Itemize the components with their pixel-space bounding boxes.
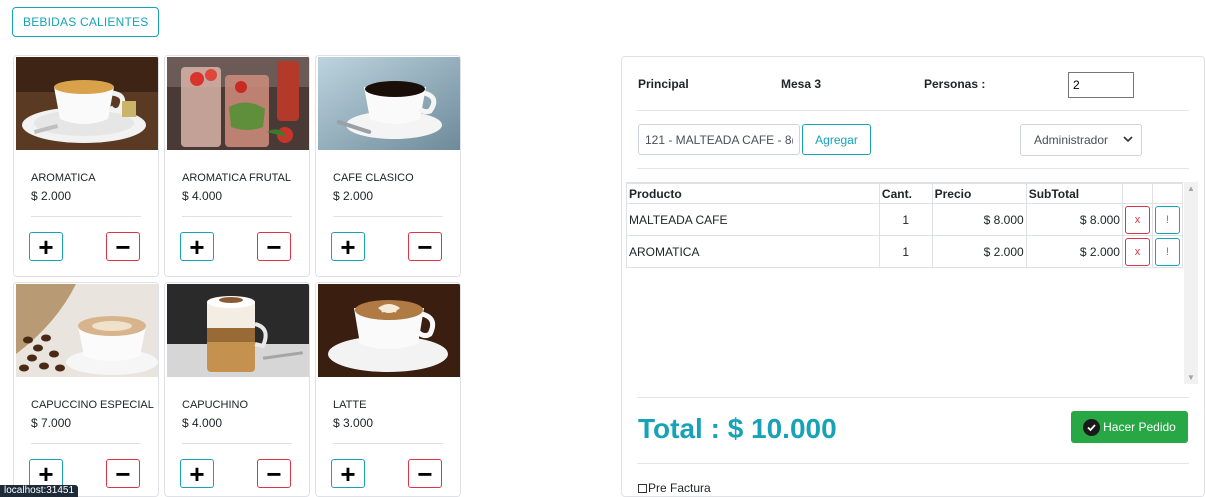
product-card: CAPUCHINO $ 4.000 + − — [164, 282, 310, 497]
latte-art-photo — [318, 284, 460, 377]
row-price: $ 8.000 — [931, 203, 1027, 236]
row-quantity: 1 — [878, 235, 933, 268]
product-price: $ 4.000 — [182, 416, 223, 430]
row-product: MALTEADA CAFE — [626, 203, 880, 236]
table-row: AROMATICA 1 $ 2.000 $ 2.000 x ! — [626, 235, 1184, 268]
product-name: CAFE CLASICO — [333, 172, 414, 184]
scroll-down-icon[interactable]: ▼ — [1187, 373, 1195, 382]
delete-item-button[interactable]: x — [1124, 237, 1150, 266]
user-select[interactable]: Administrador — [1020, 124, 1142, 156]
divider — [333, 443, 443, 444]
persons-input[interactable] — [1068, 72, 1134, 98]
tea-cup-photo — [16, 57, 158, 150]
place-order-button[interactable]: Hacer Pedido — [1071, 411, 1188, 443]
divider — [637, 110, 1189, 111]
divider — [182, 443, 292, 444]
scroll-up-icon[interactable]: ▲ — [1187, 184, 1195, 193]
add-quantity-button[interactable]: + — [331, 459, 365, 488]
place-order-label: Hacer Pedido — [1103, 420, 1176, 434]
table-scrollbar[interactable]: ▲ ▼ — [1184, 182, 1198, 384]
product-search-input[interactable] — [638, 124, 800, 155]
order-table-container: Producto Cant. Precio SubTotal MALTEADA … — [626, 182, 1184, 384]
column-header: SubTotal — [1025, 183, 1123, 204]
remove-quantity-button[interactable]: − — [408, 459, 442, 488]
product-name: CAPUCCINO ESPECIAL — [31, 399, 154, 411]
product-card: CAFE CLASICO $ 2.000 + − — [315, 55, 461, 277]
product-price: $ 7.000 — [31, 416, 72, 430]
row-product: AROMATICA — [626, 235, 880, 268]
row-price: $ 2.000 — [931, 235, 1027, 268]
chevron-down-icon — [1123, 133, 1133, 147]
check-circle-icon — [1083, 418, 1101, 436]
row-quantity: 1 — [878, 203, 933, 236]
item-info-button[interactable]: ! — [1154, 237, 1180, 266]
divider — [31, 443, 141, 444]
product-price: $ 3.000 — [333, 416, 374, 430]
product-name: AROMATICA — [31, 172, 96, 184]
add-quantity-button[interactable]: + — [331, 232, 365, 261]
product-price: $ 4.000 — [182, 189, 223, 203]
add-product-button[interactable]: Agregar — [802, 124, 871, 155]
cappuccino-beans-photo — [16, 284, 158, 377]
remove-quantity-button[interactable]: − — [106, 459, 140, 488]
product-name: AROMATICA FRUTAL — [182, 172, 291, 184]
divider — [637, 397, 1189, 398]
row-info-cell: ! — [1151, 235, 1184, 268]
order-panel: Principal Mesa 3 Personas : Agregar Admi… — [621, 56, 1205, 497]
add-quantity-button[interactable]: + — [29, 459, 63, 488]
table-row: MALTEADA CAFE 1 $ 8.000 $ 8.000 x ! — [626, 203, 1184, 236]
add-quantity-button[interactable]: + — [180, 459, 214, 488]
order-title: Principal — [638, 77, 689, 91]
remove-quantity-button[interactable]: − — [106, 232, 140, 261]
status-bar-url: localhost:31451 — [0, 485, 79, 497]
row-delete-cell: x — [1121, 235, 1153, 268]
row-subtotal: $ 8.000 — [1025, 203, 1123, 236]
black-coffee-photo — [318, 57, 460, 150]
product-card: CAPUCCINO ESPECIAL $ 7.000 + − — [13, 282, 159, 497]
layered-coffee-glass-photo — [167, 284, 309, 377]
divider — [637, 168, 1189, 169]
checkbox-icon[interactable] — [638, 483, 647, 493]
product-card: AROMATICA FRUTAL $ 4.000 + − — [164, 55, 310, 277]
table-label: Mesa 3 — [781, 77, 822, 91]
add-quantity-button[interactable]: + — [29, 232, 63, 261]
fruit-tea-photo — [167, 57, 309, 150]
delete-item-button[interactable]: x — [1124, 205, 1150, 234]
table-header-row: Producto Cant. Precio SubTotal — [626, 183, 1184, 204]
column-header: Producto — [626, 183, 880, 204]
divider — [637, 463, 1189, 464]
divider — [182, 216, 292, 217]
divider — [333, 216, 443, 217]
add-quantity-button[interactable]: + — [180, 232, 214, 261]
product-name: CAPUCHINO — [182, 399, 249, 411]
row-subtotal: $ 2.000 — [1025, 235, 1123, 268]
divider — [31, 216, 141, 217]
item-info-button[interactable]: ! — [1154, 205, 1180, 234]
row-info-cell: ! — [1151, 203, 1184, 236]
column-header: Cant. — [878, 183, 933, 204]
product-card: LATTE $ 3.000 + − — [315, 282, 461, 497]
pos-screen: BEBIDAS CALIENTES AROMATICA $ 2.000 + − — [0, 0, 1206, 497]
product-price: $ 2.000 — [333, 189, 374, 203]
column-header — [1121, 183, 1153, 204]
persons-label: Personas : — [924, 77, 986, 91]
product-price: $ 2.000 — [31, 189, 72, 203]
user-select-value: Administrador — [1034, 133, 1109, 147]
prefactura-checkbox[interactable]: Pre Factura — [638, 481, 711, 495]
remove-quantity-button[interactable]: − — [408, 232, 442, 261]
remove-quantity-button[interactable]: − — [257, 232, 291, 261]
product-card: AROMATICA $ 2.000 + − — [13, 55, 159, 277]
row-delete-cell: x — [1121, 203, 1153, 236]
column-header — [1151, 183, 1184, 204]
category-button[interactable]: BEBIDAS CALIENTES — [12, 7, 160, 37]
prefactura-label: Pre Factura — [648, 481, 711, 495]
remove-quantity-button[interactable]: − — [257, 459, 291, 488]
product-name: LATTE — [333, 399, 367, 411]
order-total: Total : $ 10.000 — [638, 413, 837, 444]
order-table: Producto Cant. Precio SubTotal MALTEADA … — [626, 183, 1184, 268]
column-header: Precio — [931, 183, 1027, 204]
